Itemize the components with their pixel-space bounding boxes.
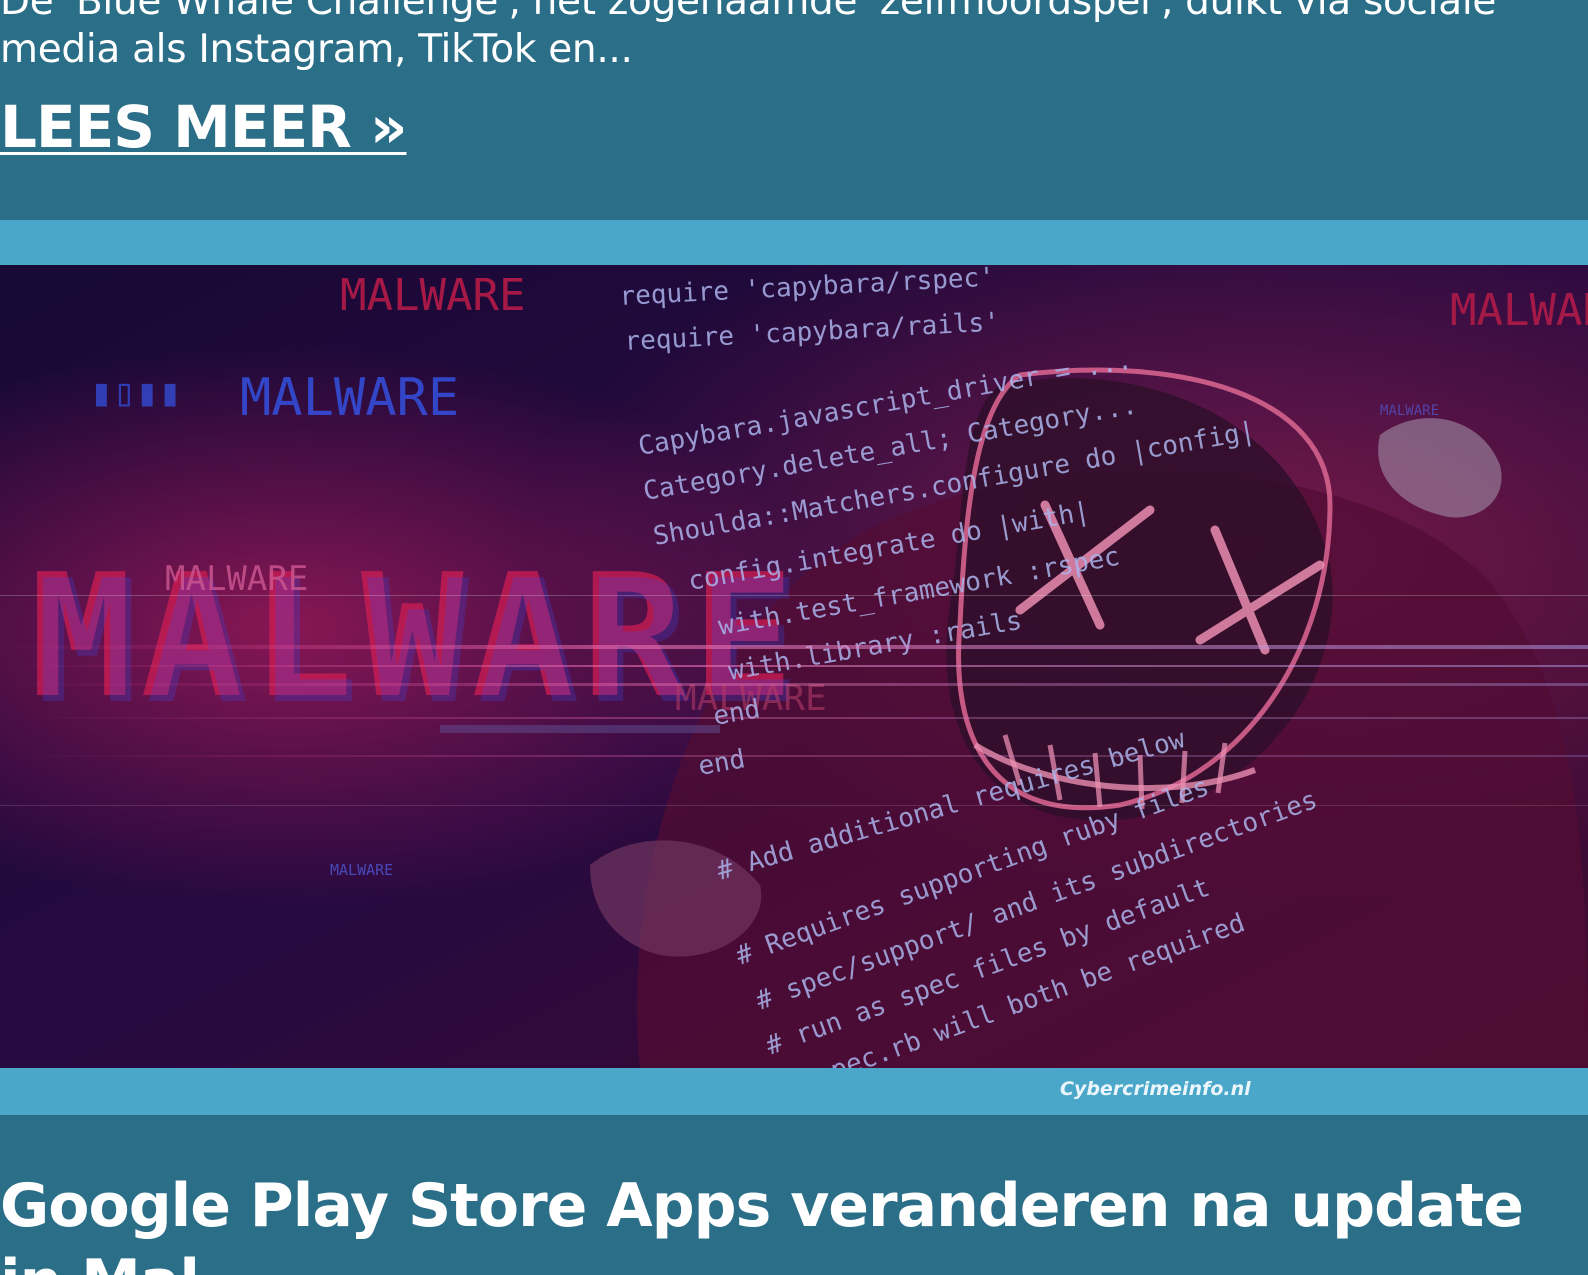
- post-featured-image[interactable]: MALWARE MALWARE MALWARE MALWARE MALWARE …: [0, 265, 1588, 1068]
- post-image-frame: MALWARE MALWARE MALWARE MALWARE MALWARE …: [0, 220, 1588, 1115]
- read-more-link[interactable]: LEES MEER »: [0, 92, 407, 162]
- page: De 'Blue Whale Challenge', het zogenaamd…: [0, 0, 1588, 1275]
- image-watermark: Cybercrimeinfo.nl: [1060, 1078, 1251, 1100]
- malware-hacker-illustration: MALWARE MALWARE MALWARE MALWARE MALWARE …: [0, 265, 1588, 1068]
- post-excerpt: De 'Blue Whale Challenge', het zogenaamd…: [0, 0, 1497, 72]
- next-post-title[interactable]: Google Play Store Apps veranderen na upd…: [0, 1168, 1560, 1275]
